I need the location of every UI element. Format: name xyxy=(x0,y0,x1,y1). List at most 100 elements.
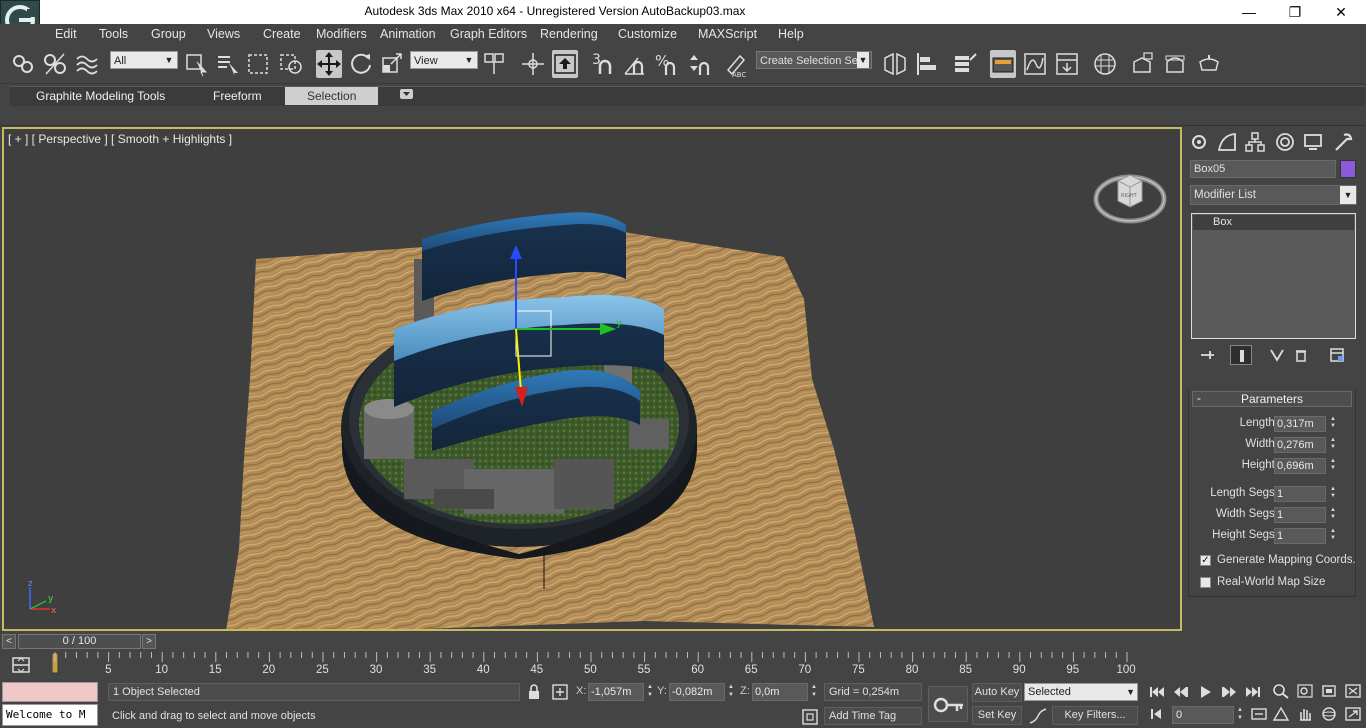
utilities-tab-icon[interactable] xyxy=(1330,130,1356,154)
material-editor-icon[interactable] xyxy=(1092,50,1118,78)
maxscript-listener-output[interactable] xyxy=(2,682,98,702)
go-to-end-icon[interactable] xyxy=(1244,684,1264,700)
pan-view-icon[interactable] xyxy=(1296,706,1316,724)
zoom-icon[interactable] xyxy=(1272,683,1292,701)
tab-selection[interactable]: Selection xyxy=(285,87,379,105)
select-and-link-icon[interactable] xyxy=(10,50,36,78)
curve-editor-icon[interactable] xyxy=(1022,50,1048,78)
rendered-frame-window-icon[interactable] xyxy=(1162,50,1188,78)
field-of-view-icon[interactable] xyxy=(1272,706,1292,724)
bind-to-space-warp-icon[interactable] xyxy=(74,50,100,78)
maximize-viewport-icon[interactable] xyxy=(1344,706,1364,724)
x-spinner-icon[interactable]: ▲ ▼ xyxy=(646,683,654,701)
render-production-icon[interactable] xyxy=(1196,50,1222,78)
next-key-icon[interactable] xyxy=(1220,684,1240,700)
key-filters-button[interactable]: Key Filters... xyxy=(1052,706,1138,725)
z-coord-field[interactable]: 0,0m xyxy=(752,683,808,701)
orbit-icon[interactable] xyxy=(1320,706,1340,724)
menu-graph-editors[interactable]: Graph Editors xyxy=(450,27,527,41)
selection-filter-dropdown[interactable]: All ▼ xyxy=(110,51,178,69)
select-and-rotate-icon[interactable] xyxy=(348,50,374,78)
rectangular-selection-icon[interactable] xyxy=(246,50,272,78)
height-segs-spinner-icon[interactable]: ▲ ▼ xyxy=(1328,528,1338,544)
perspective-viewport[interactable]: y [ + ] [ Perspective ] [ Smooth + Highl… xyxy=(2,127,1182,631)
unlink-selection-icon[interactable] xyxy=(42,50,68,78)
width-segs-field[interactable]: 1 xyxy=(1274,507,1326,523)
remove-modifier-icon[interactable] xyxy=(1290,345,1312,365)
menu-tools[interactable]: Tools xyxy=(99,27,128,41)
time-configuration-icon[interactable] xyxy=(1250,706,1270,722)
select-and-manipulate-icon[interactable] xyxy=(520,50,546,78)
lock-selection-icon[interactable] xyxy=(524,683,544,701)
align-icon[interactable] xyxy=(914,50,940,78)
previous-key-icon[interactable] xyxy=(1172,684,1192,700)
zoom-extents-icon[interactable] xyxy=(1320,683,1340,701)
percent-snap-toggle-icon[interactable]: % xyxy=(654,50,680,78)
display-tab-icon[interactable] xyxy=(1300,130,1326,154)
menu-create[interactable]: Create xyxy=(263,27,301,41)
parameters-rollout-header[interactable]: - Parameters xyxy=(1192,391,1352,407)
height-segs-field[interactable]: 1 xyxy=(1274,528,1326,544)
x-coord-field[interactable]: -1,057m xyxy=(588,683,644,701)
graphite-modeling-tools-toggle-icon[interactable] xyxy=(990,50,1016,78)
viewport-label[interactable]: [ + ] [ Perspective ] [ Smooth + Highlig… xyxy=(8,132,232,146)
set-keys-icon[interactable] xyxy=(928,686,968,722)
select-by-name-icon[interactable] xyxy=(215,50,241,78)
modify-tab-icon[interactable] xyxy=(1214,130,1240,154)
snaps-toggle-icon[interactable]: 3 xyxy=(590,50,616,78)
modifier-stack[interactable]: Box xyxy=(1191,213,1356,339)
angle-snap-toggle-icon[interactable] xyxy=(622,50,648,78)
minimize-button[interactable]: — xyxy=(1226,0,1272,24)
pin-stack-icon[interactable] xyxy=(1196,345,1218,365)
object-name-field[interactable]: Box05 xyxy=(1190,160,1336,178)
play-icon[interactable] xyxy=(1196,684,1216,700)
maxscript-listener-input[interactable]: Welcome to M xyxy=(2,704,98,726)
menu-customize[interactable]: Customize xyxy=(618,27,677,41)
make-unique-icon[interactable] xyxy=(1266,345,1288,365)
previous-frame-button[interactable]: < xyxy=(2,634,16,649)
hierarchy-tab-icon[interactable] xyxy=(1242,130,1268,154)
default-in-out-tangents-icon[interactable] xyxy=(1028,707,1048,725)
generate-mapping-checkbox[interactable]: ✓ Generate Mapping Coords. xyxy=(1200,553,1360,569)
menu-edit[interactable]: Edit xyxy=(55,27,77,41)
length-segs-spinner-icon[interactable]: ▲ ▼ xyxy=(1328,486,1338,502)
key-mode-dropdown[interactable]: Selected ▼ xyxy=(1024,683,1138,701)
window-crossing-icon[interactable] xyxy=(278,50,304,78)
menu-rendering[interactable]: Rendering xyxy=(540,27,598,41)
select-and-move-icon[interactable] xyxy=(316,50,342,78)
show-end-result-icon[interactable] xyxy=(1230,345,1252,365)
width-spinner-icon[interactable]: ▲ ▼ xyxy=(1328,437,1338,453)
close-button[interactable]: ✕ xyxy=(1318,0,1364,24)
modifier-list-dropdown[interactable]: Modifier List ▼ xyxy=(1190,185,1357,205)
auto-key-button[interactable]: Auto Key xyxy=(972,683,1022,702)
viewcube[interactable]: RIGHT xyxy=(1090,159,1170,229)
zoom-all-icon[interactable] xyxy=(1296,683,1316,701)
menu-views[interactable]: Views xyxy=(207,27,240,41)
configure-modifier-sets-icon[interactable] xyxy=(1326,345,1348,365)
time-slider-thumb[interactable]: 0 / 100 xyxy=(18,634,141,649)
tab-graphite-modeling-tools[interactable]: Graphite Modeling Tools xyxy=(36,87,165,105)
open-mini-curve-editor-icon[interactable] xyxy=(10,655,32,675)
frame-spinner-icon[interactable]: ▲ ▼ xyxy=(1236,706,1244,724)
y-spinner-icon[interactable]: ▲ ▼ xyxy=(727,683,735,701)
stack-item-box[interactable]: Box xyxy=(1193,215,1354,230)
mirror-icon[interactable] xyxy=(882,50,908,78)
tab-freeform[interactable]: Freeform xyxy=(213,87,262,105)
height-field[interactable]: 0,696m xyxy=(1274,458,1326,474)
maximize-button[interactable]: ❐ xyxy=(1272,0,1318,24)
height-spinner-icon[interactable]: ▲ ▼ xyxy=(1328,458,1338,474)
select-and-scale-icon[interactable] xyxy=(380,50,406,78)
set-key-button[interactable]: Set Key xyxy=(972,706,1022,725)
go-to-start-icon[interactable] xyxy=(1148,684,1168,700)
edit-named-selection-icon[interactable]: ABC xyxy=(724,50,750,79)
named-selection-dropdown[interactable]: Create Selection Se ▼ xyxy=(756,51,872,69)
menu-group[interactable]: Group xyxy=(151,27,186,41)
time-slider[interactable]: < 0 / 100 > xyxy=(2,633,1182,651)
add-time-tag-button[interactable]: Add Time Tag xyxy=(824,707,922,725)
current-frame-field[interactable]: 0 xyxy=(1172,706,1234,724)
real-world-map-size-checkbox[interactable]: Real-World Map Size xyxy=(1200,575,1360,591)
keyboard-shortcut-override-icon[interactable] xyxy=(552,50,578,78)
time-tag-icon[interactable] xyxy=(800,708,820,726)
menu-maxscript[interactable]: MAXScript xyxy=(698,27,757,41)
length-field[interactable]: 0,317m xyxy=(1274,416,1326,432)
